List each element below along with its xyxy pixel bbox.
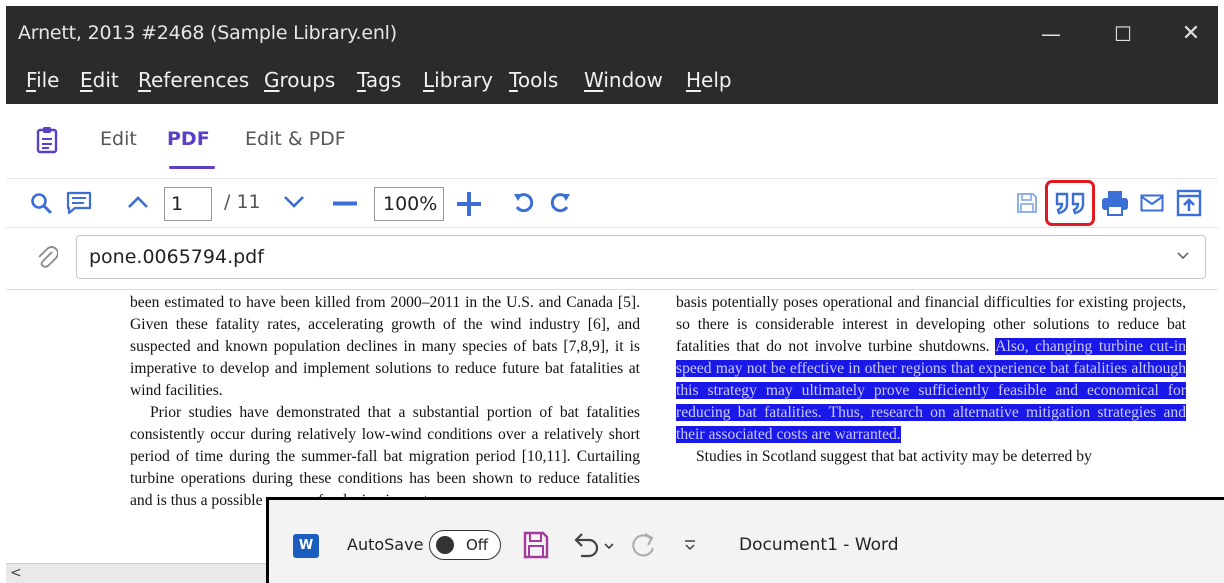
- tab-pdf[interactable]: PDF: [167, 128, 210, 150]
- attachment-file-name: pone.0065794.pdf: [89, 246, 264, 268]
- save-icon[interactable]: [523, 531, 549, 559]
- rotate-right-icon[interactable]: [548, 191, 572, 215]
- insert-citation-quote-icon[interactable]: [1054, 191, 1088, 215]
- print-icon[interactable]: [1100, 189, 1130, 217]
- chevron-down-icon[interactable]: [1175, 249, 1191, 261]
- save-icon[interactable]: [1016, 192, 1038, 214]
- pdf-toolbar: 1 / 11 100%: [6, 178, 1218, 228]
- window-titlebar: Arnett, 2013 #2468 (Sample Library.enl) …: [6, 6, 1218, 64]
- menu-library[interactable]: Library: [423, 68, 493, 92]
- undo-dropdown-chevron-icon[interactable]: [603, 542, 615, 550]
- email-icon[interactable]: [1140, 194, 1164, 212]
- autosave-toggle[interactable]: Off: [429, 530, 501, 560]
- pdf-column-left: been estimated to have been killed from …: [130, 292, 640, 512]
- word-window[interactable]: W AutoSave Off Document1 - Word: [266, 497, 1224, 583]
- pdf-paragraph: basis potentially poses operational and …: [676, 292, 1187, 446]
- pdf-paragraph: Studies in Scotland suggest that bat act…: [696, 448, 1092, 465]
- rotate-left-icon[interactable]: [512, 191, 536, 215]
- active-tab-indicator: [169, 166, 215, 169]
- close-button[interactable]: ✕: [1162, 14, 1220, 54]
- attachment-select[interactable]: pone.0065794.pdf: [76, 235, 1206, 279]
- view-tab-bar: Edit PDF Edit & PDF: [6, 104, 1218, 178]
- document-title: Document1 - Word: [739, 535, 899, 555]
- next-page-chevron-down-icon[interactable]: [282, 194, 306, 210]
- pdf-column-right: basis potentially poses operational and …: [676, 292, 1187, 468]
- scroll-left-arrow-icon[interactable]: <: [10, 565, 22, 581]
- maximize-button[interactable]: ☐: [1094, 14, 1152, 54]
- attachment-bar: pone.0065794.pdf: [6, 228, 1218, 290]
- pdf-paragraph: Prior studies have demonstrated that a s…: [130, 404, 640, 509]
- menu-window[interactable]: Window: [584, 68, 663, 92]
- clipboard-icon[interactable]: [36, 126, 58, 154]
- search-icon[interactable]: [30, 192, 52, 214]
- menu-edit[interactable]: Edit: [80, 68, 119, 92]
- paperclip-icon[interactable]: [36, 244, 58, 270]
- tab-edit[interactable]: Edit: [100, 128, 137, 150]
- previous-page-chevron-up-icon[interactable]: [126, 194, 150, 210]
- menu-bar: File Edit References Groups Tags Library…: [6, 64, 1218, 104]
- menu-file[interactable]: File: [26, 68, 59, 92]
- menu-help[interactable]: Help: [686, 68, 732, 92]
- autosave-label: AutoSave: [347, 535, 424, 554]
- menu-tools[interactable]: Tools: [509, 68, 558, 92]
- page-total: / 11: [224, 191, 261, 213]
- window-title: Arnett, 2013 #2468 (Sample Library.enl): [18, 22, 397, 44]
- tab-edit-and-pdf[interactable]: Edit & PDF: [245, 128, 346, 150]
- word-logo-icon: W: [293, 534, 319, 558]
- redo-icon[interactable]: [629, 530, 659, 560]
- word-title-bar: W AutoSave Off Document1 - Word: [269, 500, 1224, 583]
- customize-toolbar-icon[interactable]: [683, 538, 697, 552]
- menu-references[interactable]: References: [138, 68, 249, 92]
- zoom-in-plus-icon[interactable]: [456, 191, 482, 217]
- comment-icon[interactable]: [66, 191, 92, 215]
- pdf-paragraph: been estimated to have been killed from …: [130, 294, 640, 399]
- menu-tags[interactable]: Tags: [357, 68, 401, 92]
- toggle-state: Off: [466, 536, 489, 554]
- menu-groups[interactable]: Groups: [264, 68, 335, 92]
- undo-icon[interactable]: [571, 530, 601, 558]
- zoom-level-input[interactable]: 100%: [374, 187, 444, 221]
- open-external-upload-icon[interactable]: [1176, 189, 1202, 217]
- zoom-out-minus-icon[interactable]: [332, 201, 358, 207]
- horizontal-scrollbar[interactable]: <: [6, 563, 286, 583]
- page-number-input[interactable]: 1: [164, 187, 212, 221]
- toggle-knob: [436, 536, 454, 554]
- minimize-button[interactable]: —: [1022, 14, 1080, 54]
